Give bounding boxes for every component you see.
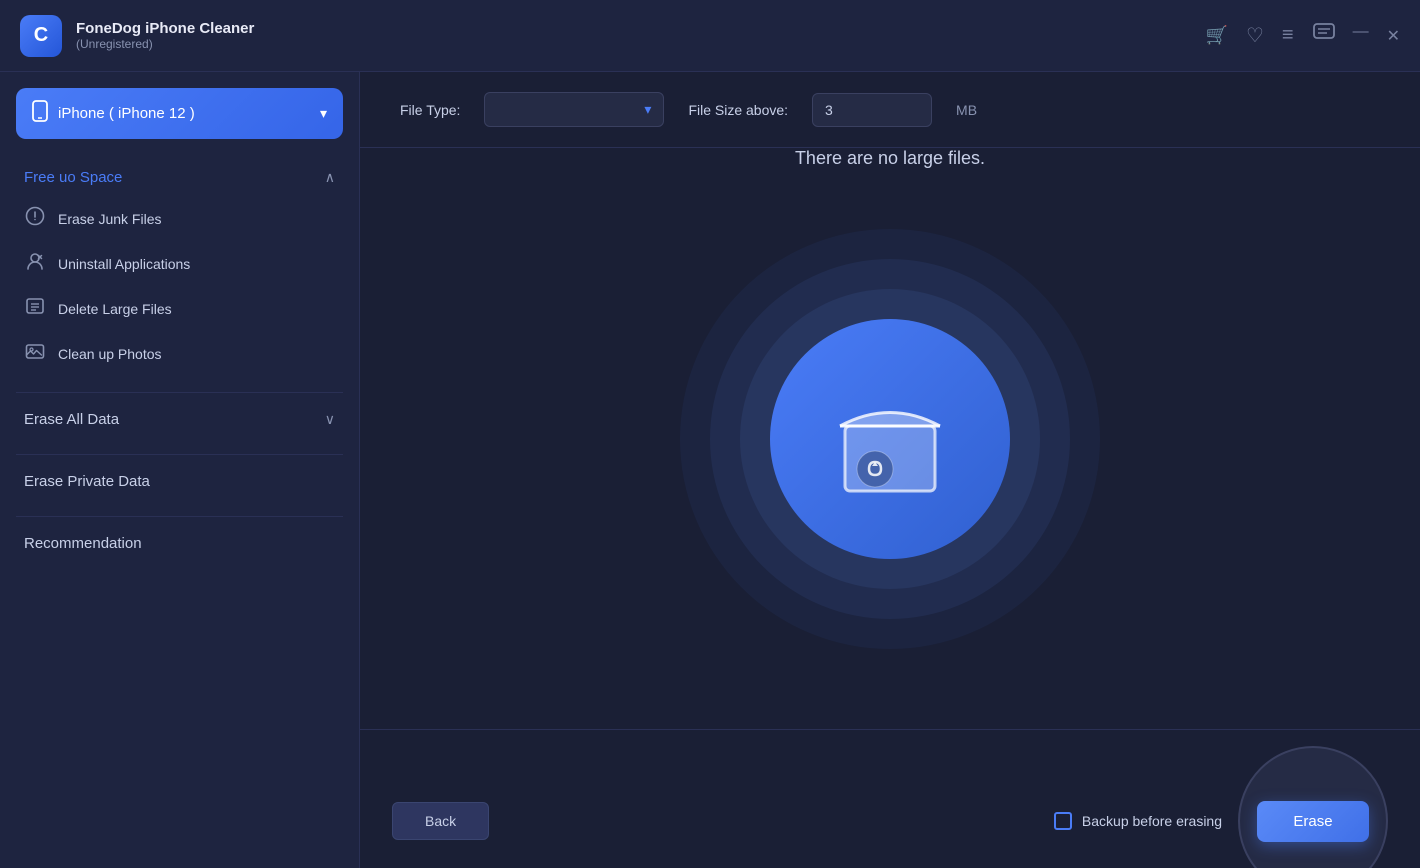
device-selector[interactable]: iPhone ( iPhone 12 ) ▾: [16, 88, 343, 139]
sidebar-item-uninstall[interactable]: Uninstall Applications: [0, 241, 359, 286]
backup-label: Backup before erasing: [1082, 813, 1222, 829]
backup-checkbox[interactable]: [1054, 812, 1072, 830]
erase-button[interactable]: Erase: [1257, 801, 1368, 842]
photos-icon: [24, 341, 46, 366]
junk-icon: [24, 206, 46, 231]
delete-large-label: Delete Large Files: [58, 301, 172, 317]
recommendation-header[interactable]: Recommendation: [0, 525, 359, 562]
large-files-icon: [24, 296, 46, 321]
divider-1: [16, 392, 343, 393]
uninstall-label: Uninstall Applications: [58, 256, 190, 272]
sidebar-section-erase-all: Erase All Data ∨: [0, 401, 359, 438]
content-area: File Type: ▾ File Size above: MB There a…: [360, 72, 1420, 868]
app-branding: C FoneDog iPhone Cleaner (Unregistered): [20, 15, 254, 57]
file-size-input[interactable]: [812, 93, 932, 127]
free-space-title: Free uo Space: [24, 169, 122, 186]
mb-label: MB: [956, 102, 977, 118]
sidebar-section-recommendation: Recommendation: [0, 525, 359, 562]
circle-illustration: [680, 229, 1100, 649]
title-controls: 🛒 ♡ ≡ — ✕: [1206, 23, 1400, 49]
app-name: FoneDog iPhone Cleaner: [76, 20, 254, 37]
free-space-header[interactable]: Free uo Space ∧: [0, 159, 359, 196]
erase-all-header[interactable]: Erase All Data ∨: [0, 401, 359, 438]
divider-3: [16, 516, 343, 517]
sidebar-item-cleanup-photos[interactable]: Clean up Photos: [0, 331, 359, 376]
erase-private-header[interactable]: Erase Private Data: [0, 463, 359, 500]
phone-icon: [32, 100, 48, 127]
cart-icon[interactable]: 🛒: [1206, 25, 1228, 46]
divider-2: [16, 454, 343, 455]
erase-all-chevron-icon: ∨: [325, 411, 335, 428]
sidebar-section-free-space: Free uo Space ∧ Erase Junk Files: [0, 159, 359, 376]
sidebar-item-erase-junk[interactable]: Erase Junk Files: [0, 196, 359, 241]
close-icon[interactable]: ✕: [1387, 26, 1400, 46]
recommendation-title: Recommendation: [24, 535, 142, 552]
sidebar: iPhone ( iPhone 12 ) ▾ Free uo Space ∧ E…: [0, 72, 360, 868]
uninstall-icon: [24, 251, 46, 276]
chat-icon[interactable]: [1313, 23, 1335, 48]
sidebar-item-delete-large[interactable]: Delete Large Files: [0, 286, 359, 331]
app-logo: C: [20, 15, 62, 57]
erase-circle-container: Erase: [1238, 746, 1388, 868]
back-button[interactable]: Back: [392, 802, 489, 840]
erase-private-title: Erase Private Data: [24, 473, 150, 490]
app-title-block: FoneDog iPhone Cleaner (Unregistered): [76, 20, 254, 51]
bottom-right: Backup before erasing Erase: [1054, 746, 1388, 868]
device-chevron-icon: ▾: [320, 105, 327, 122]
free-space-chevron-icon: ∧: [325, 169, 335, 186]
empty-state: There are no large files.: [360, 148, 1420, 729]
title-bar: C FoneDog iPhone Cleaner (Unregistered) …: [0, 0, 1420, 72]
menu-icon[interactable]: ≡: [1282, 24, 1295, 47]
file-type-label: File Type:: [400, 102, 460, 118]
main-layout: iPhone ( iPhone 12 ) ▾ Free uo Space ∧ E…: [0, 72, 1420, 868]
erase-junk-label: Erase Junk Files: [58, 211, 161, 227]
minimize-icon[interactable]: —: [1353, 23, 1369, 49]
bottom-bar: Back Backup before erasing Erase: [360, 729, 1420, 868]
erase-all-title: Erase All Data: [24, 411, 119, 428]
file-size-label: File Size above:: [688, 102, 788, 118]
profile-icon[interactable]: ♡: [1246, 23, 1264, 48]
cleanup-photos-label: Clean up Photos: [58, 346, 162, 362]
dropdown-arrow-icon: ▾: [644, 101, 651, 118]
box-icon: [825, 374, 955, 504]
sidebar-section-erase-private: Erase Private Data: [0, 463, 359, 500]
backup-area: Backup before erasing: [1054, 812, 1222, 830]
file-type-dropdown[interactable]: ▾: [484, 92, 664, 127]
device-name: iPhone ( iPhone 12 ): [58, 105, 310, 122]
filter-bar: File Type: ▾ File Size above: MB: [360, 72, 1420, 148]
empty-message: There are no large files.: [795, 148, 985, 169]
app-subtitle: (Unregistered): [76, 37, 254, 51]
